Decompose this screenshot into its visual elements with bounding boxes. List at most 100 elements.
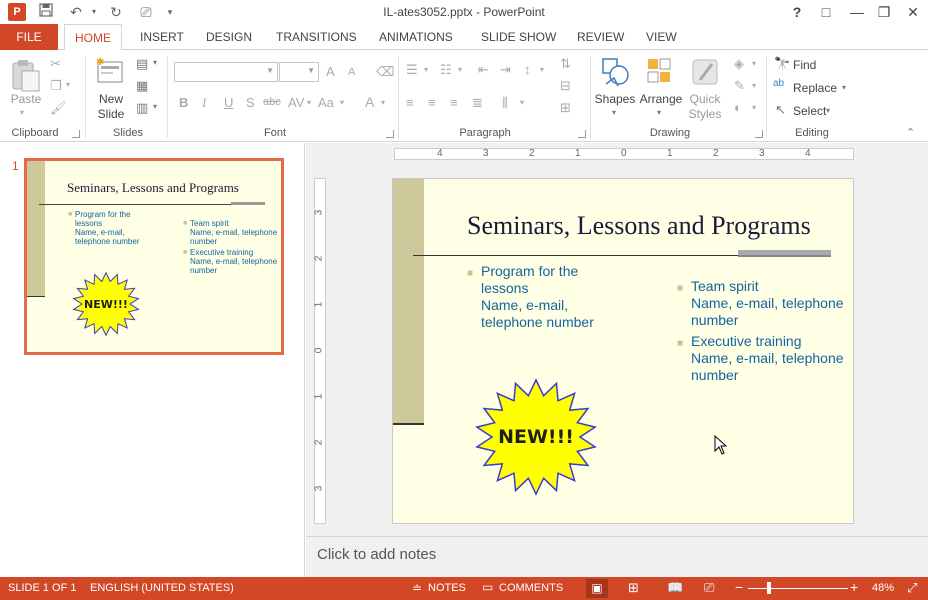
close-button[interactable]: ✕ [902,2,924,22]
restore-button[interactable]: ❐ [873,2,895,22]
slide-thumbnail-pane: 1 Seminars, Lessons and Programs ■ Progr… [0,143,305,577]
thumbnail-side-bar-line [27,296,45,297]
slide-right-bullets[interactable]: ■ Team spirit Name, e-mail, telephone nu… [677,278,853,384]
justify-icon[interactable]: ≣ [472,95,483,111]
bullets-icon[interactable]: ☰ [406,62,418,78]
slide-title[interactable]: Seminars, Lessons and Programs [467,211,811,241]
find-button[interactable]: Find [793,58,816,72]
tab-file[interactable]: FILE [0,24,58,50]
tab-animations[interactable]: ANIMATIONS [369,24,463,50]
shape-outline-icon[interactable]: ✎ [734,78,745,94]
spacing-dropdown-icon: ▾ [307,98,312,107]
normal-view-icon[interactable]: ▣ [586,579,608,598]
bold-button[interactable]: B [179,95,188,110]
horizontal-ruler[interactable]: 4 3 2 1 0 1 2 3 4 [394,148,854,160]
tab-view[interactable]: VIEW [636,24,687,50]
slide-left-bullet-1a: Program for the [481,263,579,279]
notes-pane[interactable]: Click to add notes [306,536,928,578]
font-size-combo[interactable]: ▼ [279,62,319,82]
fit-slide-icon[interactable]: ⤢ [907,580,917,596]
shadow-button[interactable]: S [246,95,255,110]
thumbnail-right-bullets: ■ Team spirit Name, e-mail, telephone nu… [183,219,280,275]
comments-icon[interactable]: ▭ [482,580,493,594]
decrease-indent-icon[interactable]: ⇤ [478,62,489,78]
tab-design[interactable]: DESIGN [196,24,262,50]
vertical-ruler[interactable]: 3 2 1 0 1 2 3 [313,178,326,524]
comments-toggle-button[interactable]: COMMENTS [499,582,563,594]
new-slide-button[interactable]: New Slide [90,92,132,122]
paste-button[interactable]: Paste [8,92,44,106]
strikethrough-button[interactable]: abc [263,96,281,108]
thumbnail-right-bullet-2-sub: Name, e-mail, telephone number [190,257,278,275]
line-spacing-icon[interactable]: ↕ [524,62,531,77]
font-launcher-icon[interactable] [386,130,394,138]
columns-icon[interactable]: ⫼ [502,95,508,111]
slide-sorter-icon[interactable]: ⊞ [628,580,639,596]
tab-insert[interactable]: INSERT [130,24,194,50]
arrange-button[interactable]: Arrange [638,92,684,106]
format-painter-icon[interactable]: 🖌 [50,100,67,116]
select-button[interactable]: Select [793,104,826,118]
clipboard-launcher-icon[interactable] [72,130,80,138]
thumbnail-side-bar [27,161,45,297]
copy-icon[interactable]: ❐ [50,78,62,94]
tab-review[interactable]: REVIEW [567,24,634,50]
ruler-h-tick-label: 1 [667,148,673,159]
language-indicator[interactable]: ENGLISH (UNITED STATES) [90,582,234,594]
zoom-slider[interactable] [748,588,848,589]
shape-effects-icon[interactable]: ◐ [734,100,742,115]
zoom-level[interactable]: 48% [872,582,894,594]
shape-fill-icon[interactable]: ◈ [734,56,744,72]
tab-transitions[interactable]: TRANSITIONS [266,24,367,50]
font-name-combo[interactable]: ▼ [174,62,278,82]
shapes-button[interactable]: Shapes [594,92,636,106]
character-spacing-button[interactable]: AV [288,95,304,110]
center-icon[interactable]: ≡ [428,95,436,110]
tab-home[interactable]: HOME [64,24,122,51]
paragraph-group-label: Paragraph [459,127,511,139]
collapse-ribbon-icon[interactable]: ⌃ [906,126,915,139]
quick-styles-button[interactable]: Quick Styles [684,92,726,122]
increase-indent-icon[interactable]: ⇥ [500,62,511,78]
notes-icon[interactable]: ≐ [412,581,422,595]
font-color-button[interactable]: A [365,94,374,110]
slide-canvas[interactable]: Seminars, Lessons and Programs ■ Program… [392,178,854,524]
tab-slide-show[interactable]: SLIDE SHOW [471,24,566,50]
change-case-button[interactable]: Aa [318,95,334,110]
slide-side-bar-line [393,423,424,425]
smartart-icon[interactable]: ⊞ [560,100,571,116]
minimize-button[interactable]: — [846,2,868,22]
align-right-icon[interactable]: ≡ [450,95,458,110]
layout-icon[interactable]: ▤ [136,56,148,72]
shrink-font-button[interactable]: A [348,66,355,78]
reset-icon[interactable]: ▦ [136,78,148,94]
notes-toggle-button[interactable]: NOTES [428,582,466,594]
slide-right-bullet-1a: Team spirit [691,278,759,294]
italic-button[interactable]: I [202,95,206,111]
align-text-icon[interactable]: ⊟ [560,78,571,94]
slide-left-bullets[interactable]: ■ Program for the lessons Name, e-mail, … [467,263,641,331]
ruler-h-tick-label: 1 [575,148,581,159]
replace-button[interactable]: Replace [793,81,837,95]
help-button[interactable]: ? [786,2,808,22]
zoom-out-button[interactable]: − [735,579,743,595]
zoom-slider-thumb[interactable] [767,582,771,594]
ribbon-display-options-button[interactable]: □ [815,2,837,22]
align-left-icon[interactable]: ≡ [406,95,414,110]
underline-button[interactable]: U [224,95,233,110]
text-direction-icon[interactable]: ⇅ [560,56,571,72]
zoom-in-button[interactable]: + [850,579,858,595]
clear-formatting-icon[interactable]: ⌫ [376,64,394,80]
thumbnail-right-bullet-1-sub: Name, e-mail, telephone number [190,228,278,246]
reading-view-icon[interactable]: 📖 [667,580,683,596]
slide-thumbnail[interactable]: Seminars, Lessons and Programs ■ Program… [24,158,284,355]
section-icon[interactable]: ▥ [136,100,148,116]
slide-right-bullet-1b: Name, e-mail, telephone [691,295,844,311]
grow-font-button[interactable]: A [326,64,335,79]
drawing-launcher-icon[interactable] [755,130,763,138]
slide-show-icon[interactable]: ⎚ [704,580,714,596]
slide-burst-shape[interactable]: NEW!!! [473,378,599,496]
numbering-icon[interactable]: ☷ [440,62,452,78]
paragraph-launcher-icon[interactable] [578,130,586,138]
cut-icon[interactable]: ✂ [50,56,61,72]
